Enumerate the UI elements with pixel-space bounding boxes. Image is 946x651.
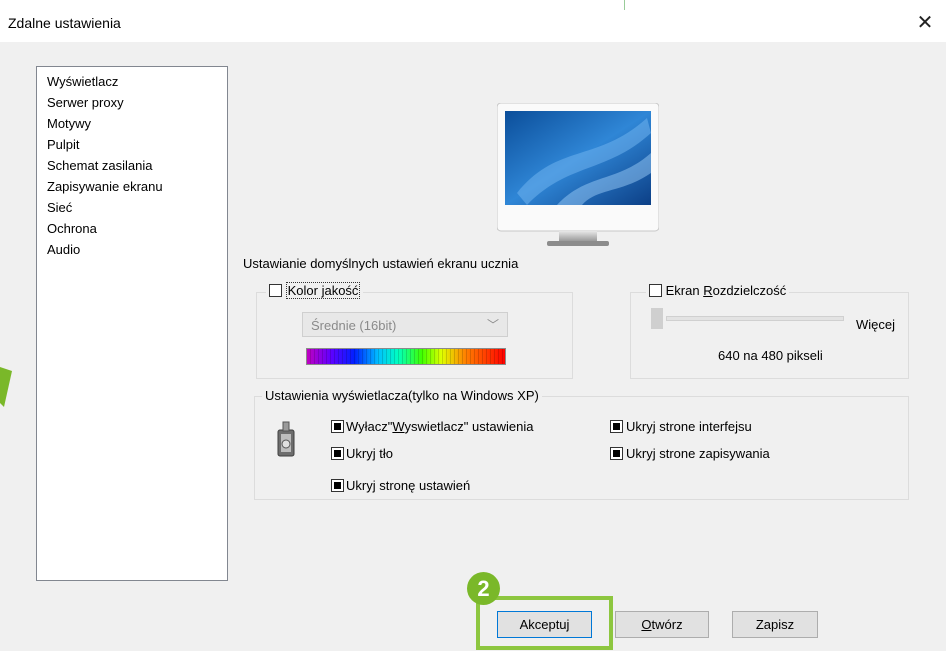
sidebar-item-network[interactable]: Sieć: [47, 200, 72, 215]
color-quality-header: Kolor jakość: [266, 282, 364, 301]
open-button-accel: O: [641, 617, 652, 632]
hide-interface-page-checkbox[interactable]: [610, 420, 623, 433]
resolution-slider-thumb: [651, 308, 663, 329]
color-quality-select: Średnie (16bit) ﹀: [302, 312, 508, 337]
disable-display-label-rest: yswietlacz" ustawienia: [404, 419, 534, 434]
sidebar-item-proxy[interactable]: Serwer proxy: [47, 95, 124, 110]
hide-settings-page-label[interactable]: Ukryj stronę ustawień: [346, 478, 470, 493]
sidebar-item-audio[interactable]: Audio: [47, 242, 80, 257]
sidebar-item-screensaver[interactable]: Zapisywanie ekranu: [47, 179, 163, 194]
title-bar: Zdalne ustawienia ✕: [0, 0, 946, 42]
resolution-header: Ekran Rozdzielczość: [646, 283, 790, 301]
hide-save-page-checkbox[interactable]: [610, 447, 623, 460]
open-button-rest: twórz: [651, 617, 683, 632]
settings-tool-icon: [277, 421, 295, 457]
resolution-label-prefix: Ekran: [665, 283, 704, 298]
monitor-icon: [497, 103, 659, 246]
sidebar-item-display[interactable]: Wyświetlacz: [47, 74, 118, 89]
background-divider: [624, 0, 625, 10]
disable-display-label-accel: W: [392, 419, 405, 434]
hide-background-label[interactable]: Ukryj tło: [346, 446, 393, 461]
hide-settings-page-checkbox[interactable]: [331, 479, 344, 492]
resolution-group: [630, 292, 909, 379]
hide-background-checkbox[interactable]: [331, 447, 344, 460]
sidebar-item-power-scheme[interactable]: Schemat zasilania: [47, 158, 153, 173]
resolution-label-accel: R: [703, 283, 713, 298]
sidebar-item-desktop[interactable]: Pulpit: [47, 137, 80, 152]
display-defaults-label: Ustawianie domyślnych ustawień ekranu uc…: [243, 256, 519, 271]
accept-highlight-frame: [476, 596, 613, 650]
close-icon[interactable]: ✕: [914, 12, 936, 34]
hide-interface-page-label[interactable]: Ukryj strone interfejsu: [626, 419, 752, 434]
resolution-value: 640 na 480 pikseli: [718, 348, 823, 363]
window-title: Zdalne ustawienia: [8, 15, 121, 31]
hide-save-page-label[interactable]: Ukryj strone zapisywania: [626, 446, 770, 461]
resolution-label-rest: ozdzielczość: [712, 283, 787, 298]
resolution-more-label: Więcej: [856, 317, 896, 332]
sidebar-item-themes[interactable]: Motywy: [47, 116, 91, 131]
color-quality-label[interactable]: Kolor jakość: [285, 282, 361, 299]
color-quality-checkbox[interactable]: [269, 284, 282, 297]
green-arrow-icon: [0, 367, 12, 407]
chevron-down-icon: ﹀: [486, 318, 499, 332]
xp-settings-title: Ustawienia wyświetlacza(tylko na Windows…: [262, 388, 542, 403]
disable-display-label-prefix: Wyłacz": [346, 419, 393, 434]
disable-display-label[interactable]: Wyłacz"Wyswietlacz" ustawienia: [346, 419, 533, 434]
disable-display-checkbox[interactable]: [331, 420, 344, 433]
resolution-checkbox[interactable]: [649, 284, 662, 297]
sidebar-item-security[interactable]: Ochrona: [47, 221, 97, 236]
color-spectrum-bar: [306, 348, 506, 365]
save-button[interactable]: Zapisz: [732, 611, 818, 638]
resolution-label[interactable]: Ekran Rozdzielczość: [666, 283, 787, 298]
resolution-slider-track: [666, 316, 844, 321]
open-button[interactable]: Otwórz: [615, 611, 709, 638]
step-badge: 2: [467, 572, 500, 605]
color-quality-value: Średnie (16bit): [311, 318, 397, 333]
category-list[interactable]: Wyświetlacz Serwer proxy Motywy Pulpit S…: [36, 66, 228, 581]
